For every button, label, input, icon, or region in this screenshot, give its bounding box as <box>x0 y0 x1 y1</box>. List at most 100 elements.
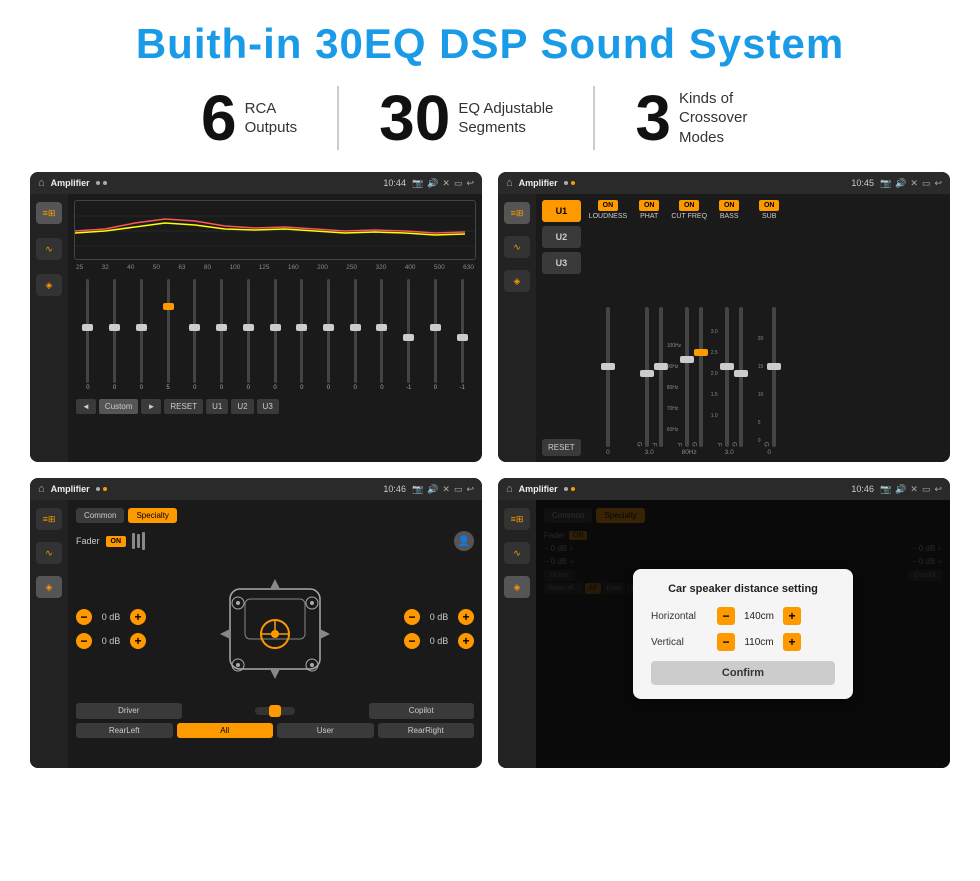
u2-preset[interactable]: U2 <box>542 226 581 248</box>
eq-reset-btn[interactable]: RESET <box>164 399 203 414</box>
eq-icon-2[interactable]: ≡⊞ <box>504 202 530 224</box>
horizontal-plus[interactable]: + <box>783 607 801 625</box>
sub-on[interactable]: ON <box>759 200 780 211</box>
wave-icon-2[interactable]: ∿ <box>504 236 530 258</box>
ctrl-loudness: ON LOUDNESS 0 <box>589 200 628 456</box>
eq-play-btn[interactable]: ► <box>141 399 161 414</box>
eq-u2-btn[interactable]: U2 <box>231 399 253 414</box>
minimize-icon: ▭ <box>454 178 463 189</box>
eq-custom-btn[interactable]: Custom <box>99 399 139 414</box>
wave-icon-3[interactable]: ∿ <box>36 542 62 564</box>
eq-icon-3[interactable]: ≡⊞ <box>36 508 62 530</box>
eq-u3-btn[interactable]: U3 <box>257 399 279 414</box>
eq-slider-6[interactable]: 0 <box>236 279 260 391</box>
u1-preset[interactable]: U1 <box>542 200 581 222</box>
screen3-topbar: ⌂ Amplifier 10:46 📷 🔊 ✕ ▭ ↩ <box>30 478 482 500</box>
right-top-val: 0 dB <box>424 612 454 622</box>
eq-slider-10[interactable]: 0 <box>343 279 367 391</box>
eq-slider-4[interactable]: 0 <box>183 279 207 391</box>
eq-slider-7[interactable]: 0 <box>263 279 287 391</box>
home-icon-2[interactable]: ⌂ <box>506 177 513 189</box>
wave-icon[interactable]: ∿ <box>36 238 62 260</box>
left-bottom-minus[interactable]: − <box>76 633 92 649</box>
x-icon-4: ✕ <box>910 484 918 495</box>
rearright-btn[interactable]: RearRight <box>378 723 475 738</box>
loudness-label: LOUDNESS <box>589 213 628 220</box>
rearleft-btn[interactable]: RearLeft <box>76 723 173 738</box>
speaker-icon-4[interactable]: ◈ <box>504 576 530 598</box>
topbar-icons-4: 📷 🔊 ✕ ▭ ↩ <box>880 484 942 495</box>
driver-btn[interactable]: Driver <box>76 703 182 719</box>
phat-on[interactable]: ON <box>639 200 660 211</box>
bass-val: 3.0 <box>725 449 734 456</box>
left-top-minus[interactable]: − <box>76 609 92 625</box>
vertical-label: Vertical <box>651 637 711 648</box>
right-bottom-plus[interactable]: + <box>458 633 474 649</box>
stat-rca-desc: RCA Outputs <box>245 99 298 138</box>
u3-preset[interactable]: U3 <box>542 252 581 274</box>
eq-slider-14[interactable]: -1 <box>450 279 474 391</box>
screen3-time: 10:46 <box>383 484 406 494</box>
sub-val: 0 <box>767 449 771 456</box>
dialog-title: Car speaker distance setting <box>651 583 835 595</box>
speaker-icon-2[interactable]: ◈ <box>504 270 530 292</box>
user-btn[interactable]: User <box>277 723 374 738</box>
ctrl-sub: ON SUB G 20 15 10 5 0 <box>751 200 787 456</box>
right-top-minus[interactable]: − <box>404 609 420 625</box>
back-icon-4[interactable]: ↩ <box>934 484 942 495</box>
home-icon-4[interactable]: ⌂ <box>506 483 513 495</box>
eq-slider-2[interactable]: 0 <box>129 279 153 391</box>
vertical-plus[interactable]: + <box>783 633 801 651</box>
stat-crossover: 3 Kinds of Crossover Modes <box>595 86 819 150</box>
eq-slider-8[interactable]: 0 <box>290 279 314 391</box>
dot1 <box>96 181 100 185</box>
loudness-on[interactable]: ON <box>598 200 619 211</box>
eq-icon[interactable]: ≡⊞ <box>36 202 62 224</box>
speaker-icon-3[interactable]: ◈ <box>36 576 62 598</box>
speaker-icon[interactable]: ◈ <box>36 274 62 296</box>
left-top-plus[interactable]: + <box>130 609 146 625</box>
cutfreq-val: 80Hz <box>682 449 697 456</box>
s4-side-icons: ≡⊞ ∿ ◈ <box>498 500 536 768</box>
confirm-button[interactable]: Confirm <box>651 661 835 685</box>
s2-main-area: U1 U2 U3 RESET ON LOUDNESS <box>536 194 950 462</box>
all-btn[interactable]: All <box>177 723 274 738</box>
tab-common[interactable]: Common <box>76 508 124 523</box>
s2-reset-btn[interactable]: RESET <box>542 439 581 456</box>
back-icon-3[interactable]: ↩ <box>466 484 474 495</box>
fader-on-btn[interactable]: ON <box>106 536 127 547</box>
vertical-minus[interactable]: − <box>717 633 735 651</box>
fader-row: Fader ON 👤 <box>76 531 474 551</box>
eq-slider-0[interactable]: 0 <box>76 279 100 391</box>
eq-slider-3[interactable]: 5 <box>156 279 180 391</box>
back-icon-2[interactable]: ↩ <box>934 178 942 189</box>
back-icon[interactable]: ↩ <box>466 178 474 189</box>
camera-icon: 📷 <box>412 178 423 189</box>
horizontal-minus[interactable]: − <box>717 607 735 625</box>
topbar-dots-2 <box>564 181 575 185</box>
right-bottom-minus[interactable]: − <box>404 633 420 649</box>
tab-specialty[interactable]: Specialty <box>128 508 176 523</box>
copilot-btn[interactable]: Copilot <box>369 703 475 719</box>
eq-slider-11[interactable]: 0 <box>370 279 394 391</box>
wave-icon-4[interactable]: ∿ <box>504 542 530 564</box>
home-icon[interactable]: ⌂ <box>38 177 45 189</box>
eq-slider-9[interactable]: 0 <box>317 279 341 391</box>
left-bottom-plus[interactable]: + <box>130 633 146 649</box>
topbar-dots-3 <box>96 487 107 491</box>
eq-slider-13[interactable]: 0 <box>424 279 448 391</box>
home-icon-3[interactable]: ⌂ <box>38 483 45 495</box>
right-top-plus[interactable]: + <box>458 609 474 625</box>
eq-freq-labels: 2532405063 80100125160200 25032040050063… <box>74 264 476 271</box>
eq-slider-1[interactable]: 0 <box>103 279 127 391</box>
eq-icon-4[interactable]: ≡⊞ <box>504 508 530 530</box>
eq-prev-btn[interactable]: ◄ <box>76 399 96 414</box>
eq-slider-12[interactable]: -1 <box>397 279 421 391</box>
eq-slider-5[interactable]: 0 <box>210 279 234 391</box>
eq-u1-btn[interactable]: U1 <box>206 399 228 414</box>
cutfreq-on[interactable]: ON <box>679 200 700 211</box>
left-bottom-vol: − 0 dB + <box>76 633 146 649</box>
horizontal-row: Horizontal − 140cm + <box>651 607 835 625</box>
vertical-row: Vertical − 110cm + <box>651 633 835 651</box>
bass-on[interactable]: ON <box>719 200 740 211</box>
